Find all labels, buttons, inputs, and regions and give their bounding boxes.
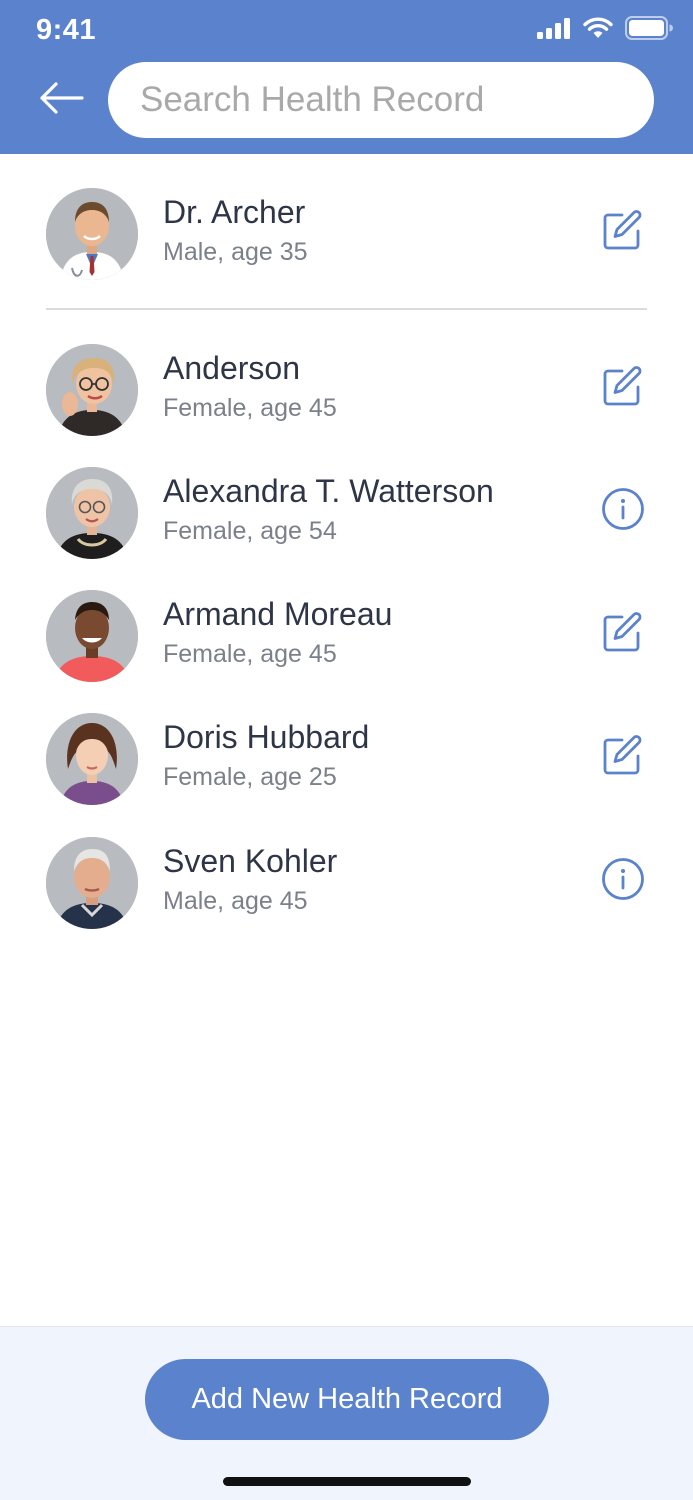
record-detail: Female, age 45 xyxy=(163,394,337,422)
info-button[interactable] xyxy=(601,857,645,906)
header-bar: 9:41 xyxy=(0,0,693,154)
edit-icon xyxy=(602,365,644,412)
add-health-record-button[interactable]: Add New Health Record xyxy=(145,1359,549,1440)
edit-icon xyxy=(602,734,644,781)
list-item[interactable]: Armand Moreau Female, age 45 xyxy=(0,586,693,686)
status-icons xyxy=(537,16,673,45)
record-name: Doris Hubbard xyxy=(163,719,370,755)
section-divider xyxy=(46,308,647,310)
health-records-screen: 9:41 Search Health Record Dr. Archer Mal… xyxy=(0,0,693,1500)
avatar xyxy=(46,837,138,929)
record-name: Armand Moreau xyxy=(163,596,393,632)
edit-icon xyxy=(602,611,644,658)
battery-icon xyxy=(625,16,673,45)
wifi-icon xyxy=(583,17,613,44)
record-detail: Female, age 45 xyxy=(163,640,337,668)
list-item[interactable]: Anderson Female, age 45 xyxy=(0,340,693,440)
edit-button[interactable] xyxy=(601,209,645,256)
avatar xyxy=(46,590,138,682)
info-button[interactable] xyxy=(601,487,645,536)
status-time: 9:41 xyxy=(36,14,97,46)
record-detail: Female, age 54 xyxy=(163,517,337,545)
record-detail: Male, age 45 xyxy=(163,887,308,915)
search-input[interactable] xyxy=(140,80,622,120)
list-item[interactable]: Doris Hubbard Female, age 25 xyxy=(0,709,693,809)
record-name: Alexandra T. Watterson xyxy=(163,473,494,509)
record-name: Sven Kohler xyxy=(163,843,338,879)
record-detail: Male, age 35 xyxy=(163,238,308,266)
info-icon xyxy=(601,857,645,906)
record-name: Anderson xyxy=(163,350,300,386)
footer-bar: Add New Health Record xyxy=(0,1326,693,1500)
list-item[interactable]: Alexandra T. Watterson Female, age 54 xyxy=(0,463,693,563)
list-item[interactable]: Dr. Archer Male, age 35 xyxy=(0,184,693,284)
record-name: Dr. Archer xyxy=(163,194,306,230)
edit-icon xyxy=(602,209,644,256)
record-detail: Female, age 25 xyxy=(163,763,337,791)
cellular-signal-icon xyxy=(537,17,571,44)
avatar xyxy=(46,713,138,805)
edit-button[interactable] xyxy=(601,611,645,658)
search-bar xyxy=(108,62,654,138)
list-item[interactable]: Sven Kohler Male, age 45 xyxy=(0,833,693,933)
arrow-left-icon xyxy=(38,81,84,120)
edit-button[interactable] xyxy=(601,734,645,781)
avatar xyxy=(46,344,138,436)
avatar xyxy=(46,467,138,559)
avatar xyxy=(46,188,138,280)
edit-button[interactable] xyxy=(601,365,645,412)
info-icon xyxy=(601,487,645,536)
back-button[interactable] xyxy=(36,78,86,122)
home-indicator xyxy=(223,1477,471,1486)
